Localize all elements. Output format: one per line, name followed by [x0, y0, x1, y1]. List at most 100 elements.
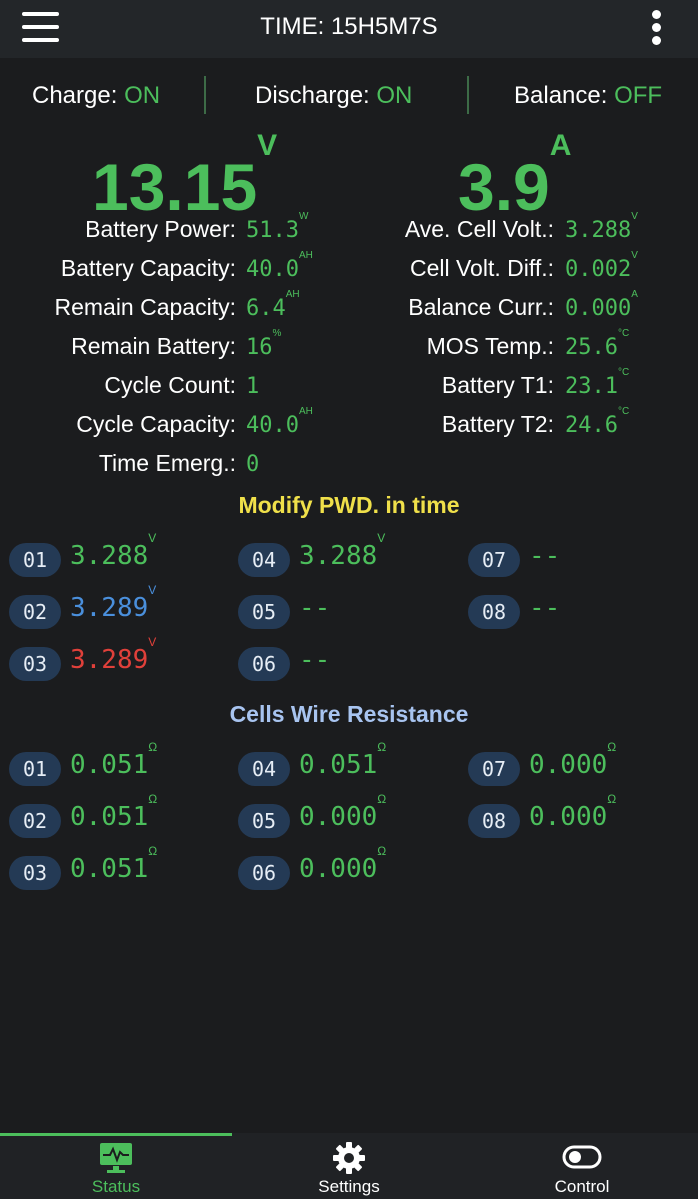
stat-number: 0.002 [565, 257, 632, 282]
tab-control[interactable]: Control [466, 1133, 698, 1199]
cell-unit: Ω [148, 844, 158, 859]
total-voltage: 13.15V [92, 129, 277, 225]
stat-unit: V [631, 210, 638, 222]
stat-unit: °C [617, 405, 630, 417]
cell-number: 3.288 [70, 541, 149, 571]
stat-value: 51.3W [246, 211, 308, 243]
cell-number: -- [529, 541, 561, 571]
stat-label: Time Emerg.: [98, 450, 236, 476]
cell-value: 3.288V [70, 531, 156, 571]
wire-resistance-title: Cells Wire Resistance [229, 701, 469, 727]
cell-unit: Ω [377, 740, 387, 755]
cell-value: -- [529, 541, 560, 571]
cell-number: -- [299, 645, 331, 675]
cell-id-badge: 08 [468, 804, 520, 838]
cell-value: 0.000Ω [299, 792, 386, 832]
stat-unit: AH [285, 288, 300, 300]
stat-number: 40.0 [246, 413, 299, 438]
cell-unit: Ω [607, 792, 617, 807]
tab-status[interactable]: Status [0, 1133, 232, 1199]
modify-pwd-title[interactable]: Modify PWD. in time [0, 492, 698, 519]
current-unit: A [549, 129, 572, 162]
total-current: 3.9A [458, 129, 571, 225]
cell-unit: V [148, 583, 157, 598]
voltage-unit: V [257, 129, 278, 162]
gear-icon [332, 1141, 366, 1180]
stat-number: 16 [246, 335, 273, 360]
cell-id-badge: 05 [238, 595, 290, 629]
cell-value: -- [299, 593, 330, 623]
stat-number: 25.6 [565, 335, 618, 360]
cell-value: 3.288V [299, 531, 385, 571]
stat-label: Ave. Cell Volt.: [404, 216, 554, 242]
stat-value: 3.288V [565, 211, 638, 243]
cell-id-badge: 07 [468, 543, 520, 577]
balance-label: Balance: [514, 82, 608, 109]
stat-unit: AH [298, 405, 313, 417]
current-value: 3.9 [458, 150, 550, 224]
cell-id-badge: 04 [238, 752, 290, 786]
cell-unit: V [148, 531, 157, 546]
toggle-icon [562, 1141, 602, 1176]
stat-unit: % [272, 327, 282, 339]
stat-label: MOS Temp.: [426, 333, 554, 359]
divider [204, 76, 206, 114]
cell-unit: V [148, 635, 157, 650]
cell-value: 0.051Ω [70, 740, 157, 780]
cell-value: 3.289V [70, 635, 156, 675]
stat-value: 23.1°C [565, 367, 629, 399]
cell-id-badge: 05 [238, 804, 290, 838]
stat-label: Battery Capacity: [60, 255, 236, 281]
tab-status-label: Status [91, 1177, 141, 1196]
discharge-value: ON [376, 82, 413, 109]
cell-number: 0.000 [529, 802, 608, 832]
stat-label: Balance Curr.: [408, 294, 554, 320]
cell-number: 0.000 [299, 802, 378, 832]
stat-label: Remain Capacity: [54, 294, 236, 320]
cell-unit: V [377, 531, 386, 546]
stat-number: 51.3 [246, 218, 299, 243]
charge-value: ON [124, 82, 161, 109]
cell-id-badge: 06 [238, 856, 290, 890]
cell-id-badge: 03 [9, 856, 61, 890]
cell-number: 3.289 [70, 645, 149, 675]
cell-id-badge: 02 [9, 595, 61, 629]
monitor-pulse-icon [98, 1141, 134, 1180]
cell-value: 0.000Ω [299, 844, 386, 884]
balance-value: OFF [614, 82, 663, 109]
stat-value: 16% [246, 328, 281, 360]
stat-label: Battery T1: [441, 372, 554, 398]
stat-unit: °C [617, 366, 630, 378]
stat-label: Remain Battery: [71, 333, 236, 359]
cell-number: 3.288 [299, 541, 378, 571]
stat-number: 0.000 [565, 296, 632, 321]
stat-label: Battery Power: [85, 216, 236, 242]
cell-value: -- [529, 593, 560, 623]
voltage-value: 13.15 [92, 150, 258, 224]
cell-id-badge: 03 [9, 647, 61, 681]
page-title: TIME: 15H5M7S [260, 13, 438, 40]
tab-control-label: Control [554, 1177, 610, 1196]
stat-value: 40.0AH [246, 250, 313, 282]
cell-number: -- [529, 593, 561, 623]
charge-status: Charge: ON [32, 82, 160, 112]
cell-number: 0.051 [299, 750, 378, 780]
cell-value: 0.051Ω [70, 844, 157, 884]
stat-number: 24.6 [565, 413, 618, 438]
tab-settings[interactable]: Settings [233, 1133, 465, 1199]
cell-value: 0.000Ω [529, 740, 616, 780]
cell-id-badge: 08 [468, 595, 520, 629]
stat-number: 0 [246, 452, 260, 477]
cell-number: 3.289 [70, 593, 149, 623]
stat-value: 40.0AH [246, 406, 313, 438]
more-vertical-icon[interactable] [648, 10, 666, 48]
cell-number: 0.000 [299, 854, 378, 884]
stat-value: 0 [246, 452, 259, 477]
balance-status: Balance: OFF [514, 82, 662, 112]
stat-unit: A [631, 288, 638, 300]
discharge-status: Discharge: ON [255, 82, 412, 112]
discharge-label: Discharge: [255, 82, 370, 109]
cell-id-badge: 01 [9, 543, 61, 577]
stat-value: 25.6°C [565, 328, 629, 360]
divider [467, 76, 469, 114]
